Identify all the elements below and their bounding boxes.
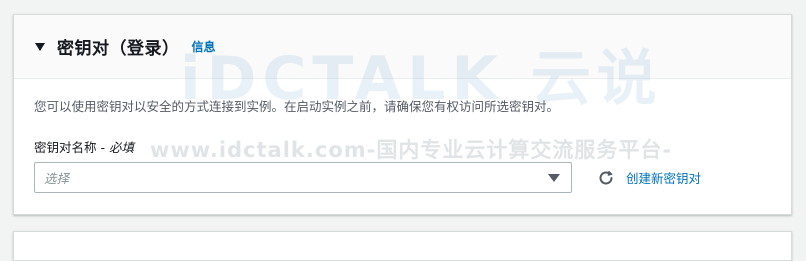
panel-header: 密钥对（登录） 信息 <box>14 15 791 79</box>
key-pair-select[interactable]: 选择 <box>34 162 572 193</box>
key-pair-name-label: 密钥对名称 - 必填 <box>34 137 771 156</box>
required-marker: 必填 <box>108 140 134 155</box>
caret-down-icon[interactable] <box>35 43 45 51</box>
info-link[interactable]: 信息 <box>192 38 216 55</box>
field-label-text: 密钥对名称 <box>34 140 97 155</box>
panel-body: 您可以使用密钥对以安全的方式连接到实例。在启动实例之前，请确保您有权访问所选密钥… <box>14 96 791 193</box>
key-pair-panel: 密钥对（登录） 信息 您可以使用密钥对以安全的方式连接到实例。在启动实例之前，请… <box>13 14 792 215</box>
refresh-icon[interactable] <box>596 168 616 188</box>
section-description: 您可以使用密钥对以安全的方式连接到实例。在启动实例之前，请确保您有权访问所选密钥… <box>34 99 560 114</box>
dropdown-arrow-icon <box>548 173 560 182</box>
select-placeholder: 选择 <box>44 171 70 186</box>
create-key-pair-link[interactable]: 创建新密钥对 <box>626 168 701 187</box>
field-label-separator: - <box>96 140 109 155</box>
section-title[interactable]: 密钥对（登录） <box>57 34 180 59</box>
key-pair-row: 选择 创建新密钥对 <box>34 162 771 193</box>
next-panel <box>13 231 792 261</box>
